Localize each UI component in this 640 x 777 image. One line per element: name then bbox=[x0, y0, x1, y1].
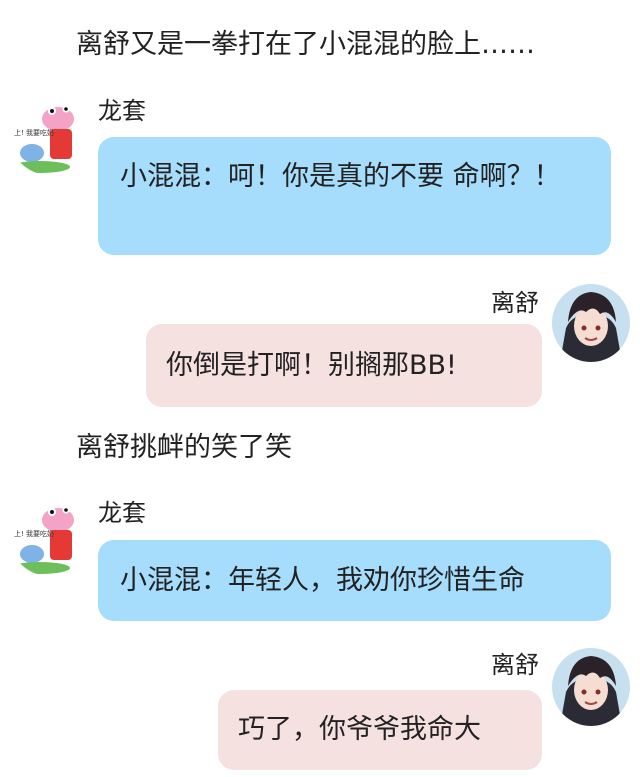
anime-boy-avatar[interactable] bbox=[552, 648, 630, 726]
peppa-pig-avatar[interactable]: 上! 我要吃奶 bbox=[10, 498, 88, 576]
chat-bubble-left[interactable]: 小混混：年轻人，我劝你珍惜生命 bbox=[98, 540, 611, 621]
narration-text: 离舒挑衅的笑了笑 bbox=[76, 432, 292, 463]
peppa-pig-avatar[interactable]: 上! 我要吃奶 bbox=[10, 97, 88, 175]
sender-name: 龙套 bbox=[98, 499, 146, 527]
chat-bubble-left[interactable]: 小混混：呵！你是真的不要 命啊？！ bbox=[98, 137, 611, 255]
anime-boy-avatar[interactable] bbox=[552, 284, 630, 362]
sender-name: 离舒 bbox=[491, 651, 539, 679]
sender-name: 离舒 bbox=[491, 289, 539, 317]
narration-text: 离舒又是一拳打在了小混混的脸上…… bbox=[76, 29, 535, 60]
sender-name: 龙套 bbox=[98, 97, 146, 125]
message-text: 巧了，你爷爷我命大 bbox=[238, 714, 481, 745]
chat-bubble-right[interactable]: 你倒是打啊！别搁那BB! bbox=[146, 324, 542, 407]
message-text: 你倒是打啊！别搁那BB! bbox=[166, 350, 457, 381]
message-text: 小混混：年轻人，我劝你珍惜生命 bbox=[120, 565, 525, 596]
avatar-caption: 上! 我要吃奶 bbox=[14, 128, 54, 137]
avatar-caption: 上! 我要吃奶 bbox=[14, 529, 54, 538]
chat-bubble-right[interactable]: 巧了，你爷爷我命大 bbox=[218, 690, 542, 770]
message-text: 小混混：呵！你是真的不要 命啊？！ bbox=[120, 161, 561, 192]
